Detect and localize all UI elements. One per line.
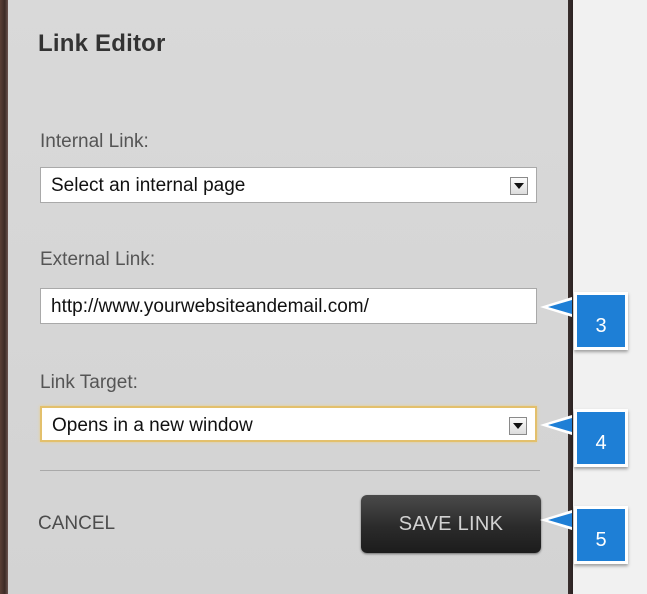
link-target-select[interactable]: Opens in a new window [40,406,537,442]
external-link-input[interactable]: http://www.yourwebsiteandemail.com/ [40,288,537,324]
callout-3-pointer-fill [548,300,572,314]
stage: Link Editor Internal Link: Select an int… [0,0,647,594]
chevron-down-icon[interactable] [510,177,528,195]
internal-link-selected-value: Select an internal page [51,175,246,196]
link-editor-dialog: Link Editor Internal Link: Select an int… [8,0,570,594]
background-left-edge [0,0,8,594]
cancel-button[interactable]: CANCEL [38,513,115,535]
callout-4-badge: 4 [574,409,628,467]
external-link-label: External Link: [40,249,156,270]
external-link-value: http://www.yourwebsiteandemail.com/ [51,296,369,317]
save-link-button[interactable]: SAVE LINK [361,495,541,553]
callout-5-badge: 5 [574,506,628,564]
callout-4-pointer-fill [548,418,572,432]
divider [40,470,540,471]
callout-3-badge: 3 [574,292,628,350]
chevron-down-icon[interactable] [509,417,527,435]
internal-link-select[interactable]: Select an internal page [40,167,537,203]
internal-link-label: Internal Link: [40,131,149,152]
dialog-title: Link Editor [38,30,166,57]
link-target-label: Link Target: [40,372,138,393]
link-target-selected-value: Opens in a new window [52,415,253,436]
callout-5-pointer-fill [548,513,572,527]
